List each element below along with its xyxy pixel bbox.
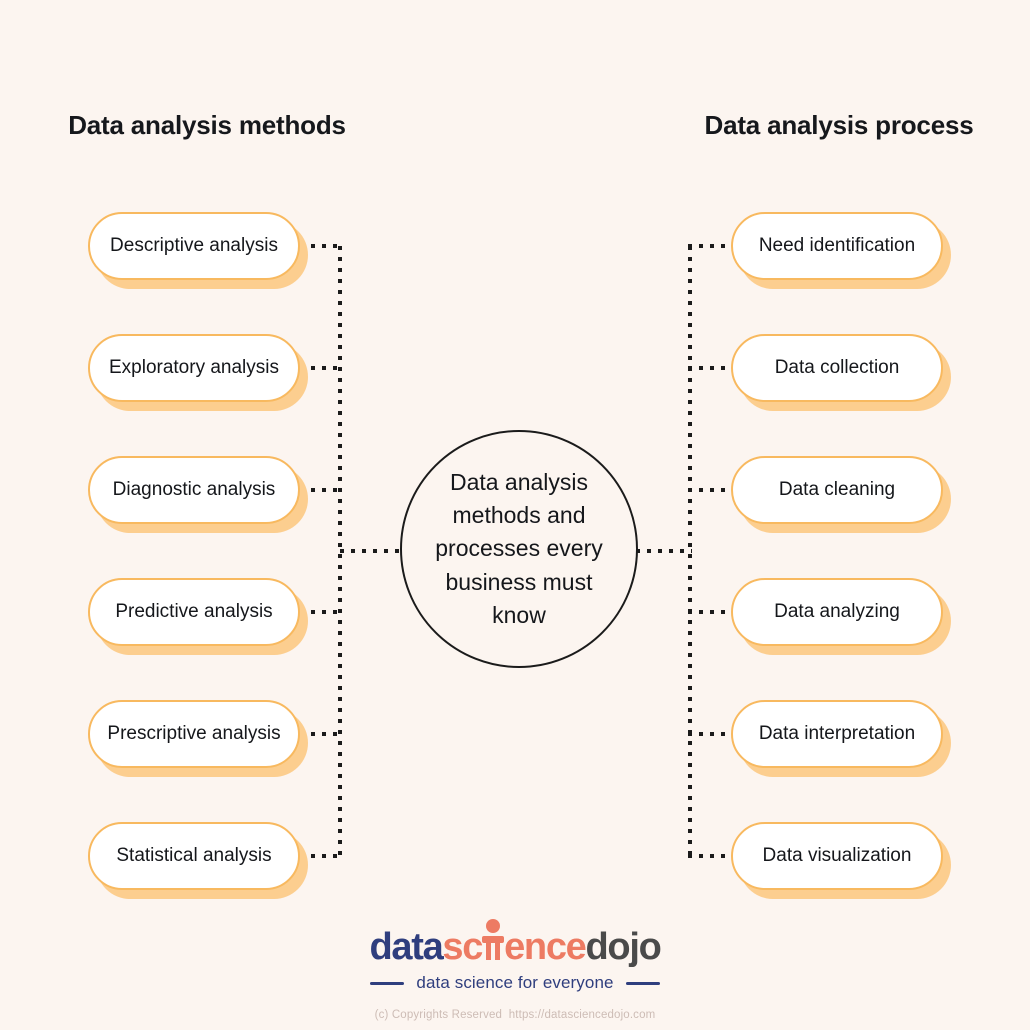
logo-tagline-row: data science for everyone <box>0 973 1030 993</box>
node-prescriptive-analysis[interactable]: Prescriptive analysis <box>88 700 300 768</box>
node-predictive-analysis[interactable]: Predictive analysis <box>88 578 300 646</box>
right-column-title: Data analysis process <box>704 110 974 140</box>
center-node[interactable]: Data analysis methods and processes ever… <box>400 430 638 668</box>
node-data-collection[interactable]: Data collection <box>731 334 943 402</box>
node-exploratory-analysis[interactable]: Exploratory analysis <box>88 334 300 402</box>
node-data-analyzing[interactable]: Data analyzing <box>731 578 943 646</box>
node-descriptive-analysis[interactable]: Descriptive analysis <box>88 212 300 280</box>
footer-branding: datasc encedojo data science for everyone… <box>0 919 1030 1021</box>
left-column-title: Data analysis methods <box>68 110 346 140</box>
copyright-text: (c) Copyrights Reserved https://datascie… <box>374 1009 656 1021</box>
node-data-visualization[interactable]: Data visualization <box>731 822 943 890</box>
node-data-cleaning[interactable]: Data cleaning <box>731 456 943 524</box>
logo-text-dojo: dojo <box>585 926 662 968</box>
tagline-rule-right <box>625 981 660 985</box>
node-need-identification[interactable]: Need identification <box>731 212 943 280</box>
person-icon <box>482 919 505 966</box>
diagram-canvas: Data analysis methods Data analysis proc… <box>0 0 1030 1030</box>
center-node-label: Data analysis methods and processes ever… <box>435 469 603 628</box>
logo-tagline: data science for everyone <box>416 973 614 992</box>
node-data-interpretation[interactable]: Data interpretation <box>731 700 943 768</box>
node-statistical-analysis[interactable]: Statistical analysis <box>88 822 300 890</box>
datasciencedojo-logo: datasc encedojo <box>369 919 662 968</box>
tagline-rule-left <box>370 981 405 985</box>
logo-text-sc: sc <box>442 926 483 968</box>
logo-text-ence: ence <box>504 926 587 968</box>
logo-text-data: data <box>369 926 443 968</box>
node-diagnostic-analysis[interactable]: Diagnostic analysis <box>88 456 300 524</box>
